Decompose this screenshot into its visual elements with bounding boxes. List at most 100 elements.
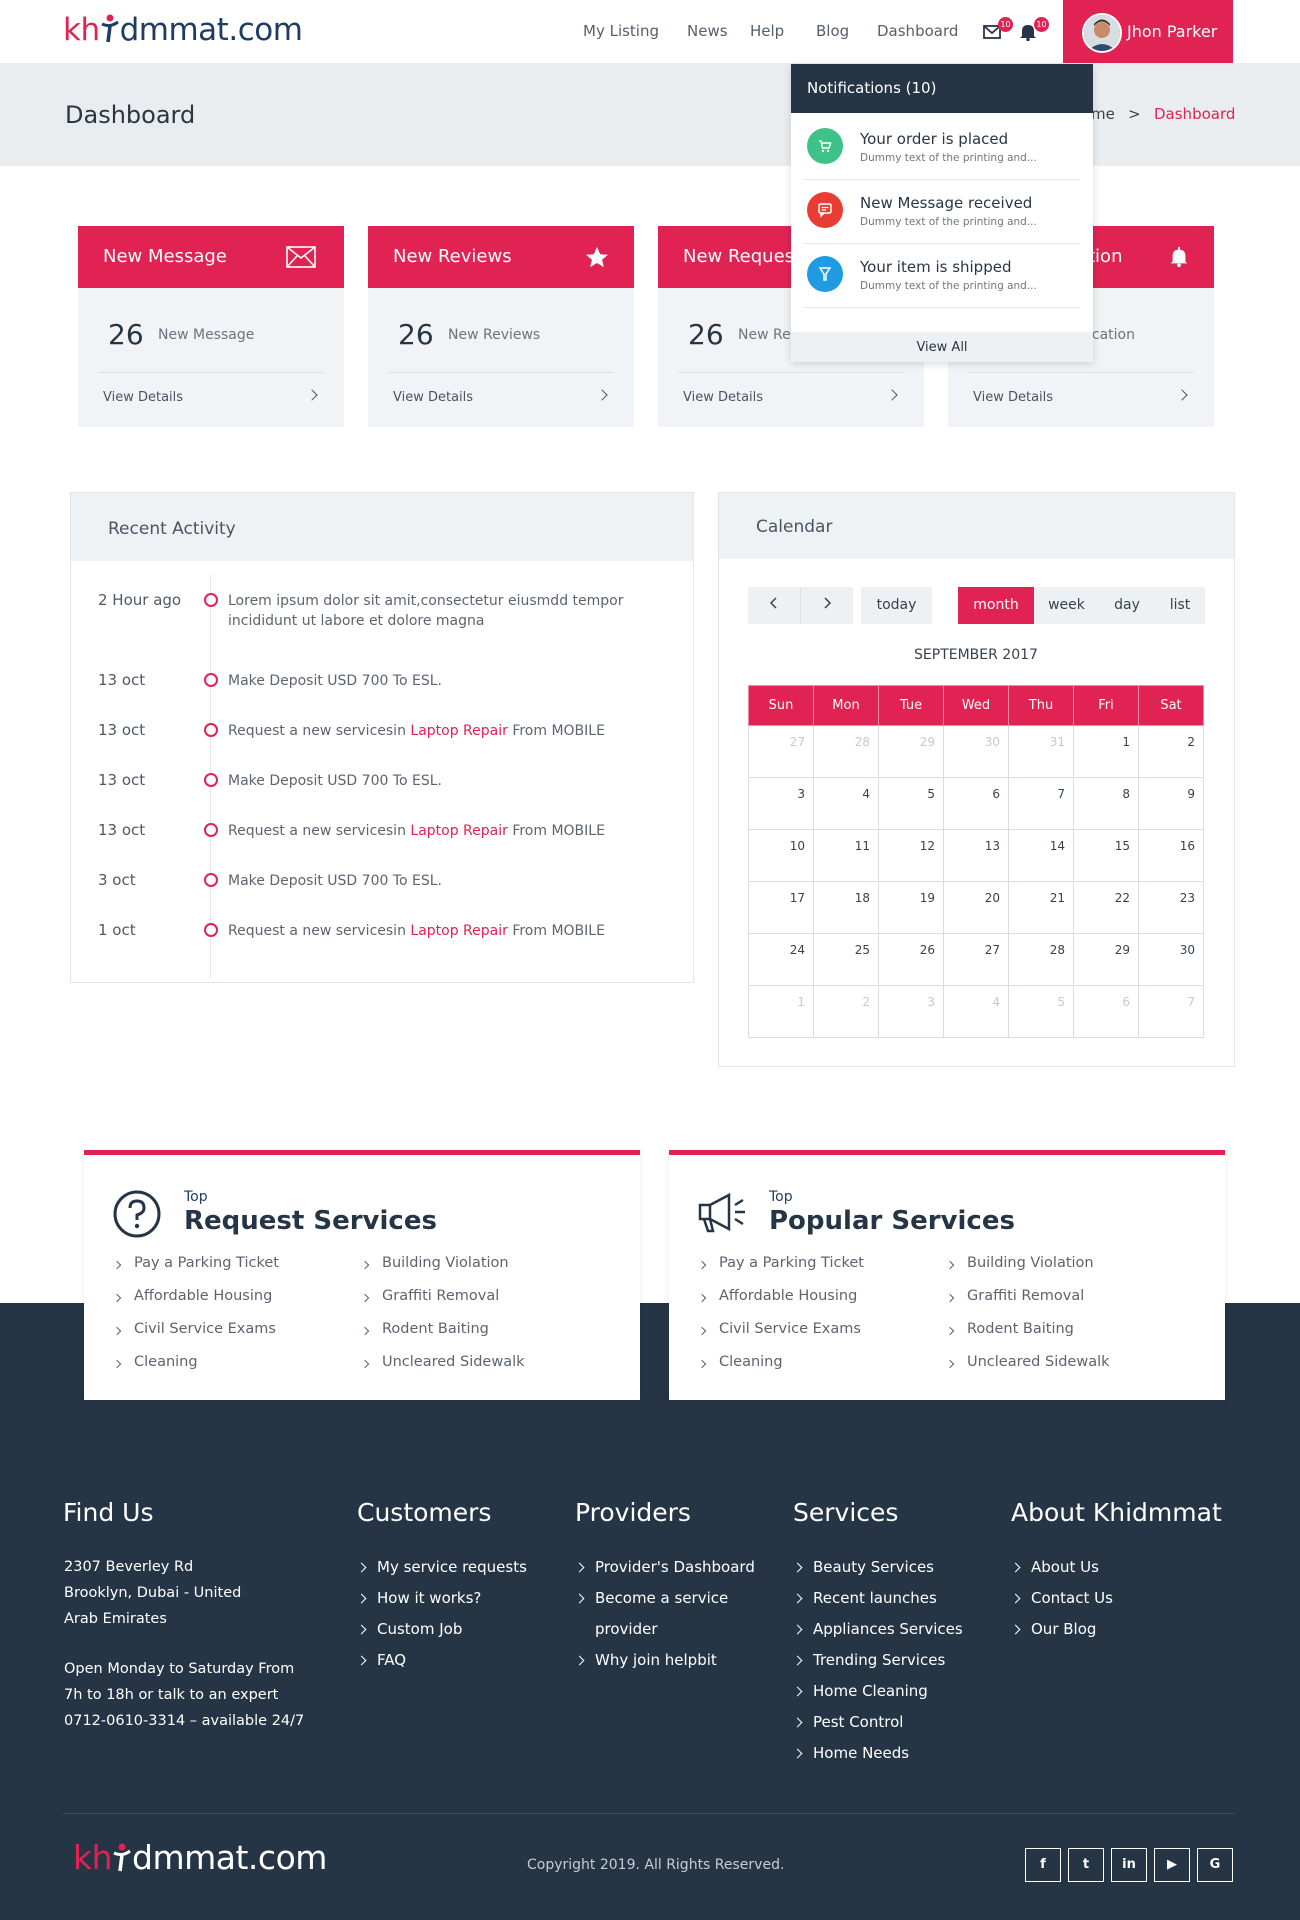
chevron-right-icon[interactable] bbox=[596, 389, 608, 401]
footer-link[interactable]: How it works? bbox=[357, 1589, 481, 1607]
footer-link[interactable]: Pest Control bbox=[793, 1713, 903, 1731]
footer-link[interactable]: My service requests bbox=[357, 1558, 527, 1576]
calendar-day-cell[interactable]: 2 bbox=[1138, 725, 1204, 778]
footer-link[interactable]: Contact Us bbox=[1011, 1589, 1113, 1607]
calendar-day-cell[interactable]: 31 bbox=[1008, 725, 1074, 778]
calendar-day-cell[interactable]: 16 bbox=[1138, 829, 1204, 882]
service-link[interactable]: Building Violation bbox=[945, 1255, 1094, 1271]
calendar-day-cell[interactable]: 24 bbox=[748, 933, 814, 986]
calendar-day-cell[interactable]: 11 bbox=[813, 829, 879, 882]
calendar-prev-button[interactable] bbox=[748, 587, 801, 624]
service-link[interactable]: Pay a Parking Ticket bbox=[112, 1255, 279, 1271]
view-details-link[interactable]: View Details bbox=[683, 390, 763, 405]
view-all-link[interactable]: View All bbox=[791, 332, 1093, 362]
chevron-right-icon[interactable] bbox=[1176, 389, 1188, 401]
calendar-day-cell[interactable]: 10 bbox=[748, 829, 814, 882]
notifications-button[interactable]: 10 bbox=[1019, 17, 1049, 42]
calendar-day-cell[interactable]: 4 bbox=[943, 985, 1009, 1038]
calendar-day-cell[interactable]: 19 bbox=[878, 881, 944, 934]
calendar-view-list[interactable]: list bbox=[1155, 587, 1205, 624]
service-link[interactable]: Civil Service Exams bbox=[112, 1321, 276, 1337]
service-link[interactable]: Graffiti Removal bbox=[945, 1288, 1084, 1304]
calendar-day-cell[interactable]: 17 bbox=[748, 881, 814, 934]
view-details-link[interactable]: View Details bbox=[973, 390, 1053, 405]
breadcrumb-home[interactable]: me bbox=[1091, 105, 1115, 123]
calendar-day-cell[interactable]: 3 bbox=[748, 777, 814, 830]
footer-link[interactable]: FAQ bbox=[357, 1651, 406, 1669]
footer-link[interactable]: About Us bbox=[1011, 1558, 1099, 1576]
chevron-right-icon[interactable] bbox=[886, 389, 898, 401]
calendar-day-cell[interactable]: 14 bbox=[1008, 829, 1074, 882]
footer-link[interactable]: Home Needs bbox=[793, 1744, 909, 1762]
calendar-view-month[interactable]: month bbox=[958, 587, 1034, 624]
calendar-day-cell[interactable]: 22 bbox=[1073, 881, 1139, 934]
youtube-icon[interactable]: ▶ bbox=[1154, 1848, 1190, 1882]
calendar-day-cell[interactable]: 28 bbox=[813, 725, 879, 778]
calendar-day-cell[interactable]: 26 bbox=[878, 933, 944, 986]
calendar-day-cell[interactable]: 21 bbox=[1008, 881, 1074, 934]
service-link[interactable]: Laptop Repair bbox=[410, 923, 507, 939]
footer-link[interactable]: Beauty Services bbox=[793, 1558, 934, 1576]
twitter-icon[interactable]: t bbox=[1068, 1848, 1104, 1882]
footer-logo[interactable]: kh dmmat.com bbox=[73, 1838, 327, 1882]
service-link[interactable]: Graffiti Removal bbox=[360, 1288, 499, 1304]
service-link[interactable]: Uncleared Sidewalk bbox=[945, 1354, 1110, 1370]
calendar-day-cell[interactable]: 13 bbox=[943, 829, 1009, 882]
service-link[interactable]: Building Violation bbox=[360, 1255, 509, 1271]
footer-link[interactable]: Our Blog bbox=[1011, 1620, 1096, 1638]
service-link[interactable]: Affordable Housing bbox=[112, 1288, 272, 1304]
calendar-day-cell[interactable]: 12 bbox=[878, 829, 944, 882]
calendar-day-cell[interactable]: 23 bbox=[1138, 881, 1204, 934]
calendar-day-cell[interactable]: 5 bbox=[1008, 985, 1074, 1038]
service-link[interactable]: Rodent Baiting bbox=[360, 1321, 489, 1337]
calendar-day-cell[interactable]: 25 bbox=[813, 933, 879, 986]
user-menu[interactable]: Jhon Parker bbox=[1063, 0, 1233, 63]
calendar-day-cell[interactable]: 28 bbox=[1008, 933, 1074, 986]
footer-link[interactable]: Provider's Dashboard bbox=[575, 1558, 755, 1576]
calendar-day-cell[interactable]: 29 bbox=[1073, 933, 1139, 986]
service-link[interactable]: Laptop Repair bbox=[410, 823, 507, 839]
service-link[interactable]: Cleaning bbox=[112, 1354, 198, 1370]
service-link[interactable]: Civil Service Exams bbox=[697, 1321, 861, 1337]
calendar-day-cell[interactable]: 18 bbox=[813, 881, 879, 934]
mail-button[interactable]: 10 bbox=[983, 17, 1013, 42]
nav-news[interactable]: News bbox=[687, 22, 728, 40]
calendar-day-cell[interactable]: 2 bbox=[813, 985, 879, 1038]
footer-link[interactable]: Trending Services bbox=[793, 1651, 945, 1669]
calendar-day-cell[interactable]: 4 bbox=[813, 777, 879, 830]
google-icon[interactable]: G bbox=[1197, 1848, 1233, 1882]
calendar-day-cell[interactable]: 7 bbox=[1008, 777, 1074, 830]
calendar-view-week[interactable]: week bbox=[1034, 587, 1099, 624]
calendar-view-day[interactable]: day bbox=[1099, 587, 1155, 624]
calendar-day-cell[interactable]: 6 bbox=[1073, 985, 1139, 1038]
service-link[interactable]: Cleaning bbox=[697, 1354, 783, 1370]
service-link[interactable]: Laptop Repair bbox=[410, 723, 507, 739]
calendar-day-cell[interactable]: 7 bbox=[1138, 985, 1204, 1038]
calendar-day-cell[interactable]: 27 bbox=[748, 725, 814, 778]
footer-link[interactable]: Why join helpbit bbox=[575, 1651, 717, 1669]
notification-item[interactable]: Your item is shipped Dummy text of the p… bbox=[804, 244, 1080, 308]
calendar-day-cell[interactable]: 5 bbox=[878, 777, 944, 830]
nav-help[interactable]: Help bbox=[750, 22, 784, 40]
chevron-right-icon[interactable] bbox=[306, 389, 318, 401]
calendar-day-cell[interactable]: 1 bbox=[1073, 725, 1139, 778]
calendar-day-cell[interactable]: 29 bbox=[878, 725, 944, 778]
logo[interactable]: kh dmmat.com bbox=[63, 10, 303, 54]
service-link[interactable]: Rodent Baiting bbox=[945, 1321, 1074, 1337]
calendar-day-cell[interactable]: 6 bbox=[943, 777, 1009, 830]
calendar-day-cell[interactable]: 1 bbox=[748, 985, 814, 1038]
service-link[interactable]: Uncleared Sidewalk bbox=[360, 1354, 525, 1370]
footer-link[interactable]: Recent launches bbox=[793, 1589, 937, 1607]
calendar-day-cell[interactable]: 15 bbox=[1073, 829, 1139, 882]
calendar-day-cell[interactable]: 3 bbox=[878, 985, 944, 1038]
calendar-day-cell[interactable]: 27 bbox=[943, 933, 1009, 986]
view-details-link[interactable]: View Details bbox=[393, 390, 473, 405]
service-link[interactable]: Affordable Housing bbox=[697, 1288, 857, 1304]
footer-link[interactable]: provider bbox=[575, 1620, 658, 1638]
service-link[interactable]: Pay a Parking Ticket bbox=[697, 1255, 864, 1271]
nav-my-listing[interactable]: My Listing bbox=[583, 22, 659, 40]
footer-link[interactable]: Custom Job bbox=[357, 1620, 462, 1638]
calendar-day-cell[interactable]: 9 bbox=[1138, 777, 1204, 830]
notification-item[interactable]: New Message received Dummy text of the p… bbox=[804, 180, 1080, 244]
facebook-icon[interactable]: f bbox=[1025, 1848, 1061, 1882]
